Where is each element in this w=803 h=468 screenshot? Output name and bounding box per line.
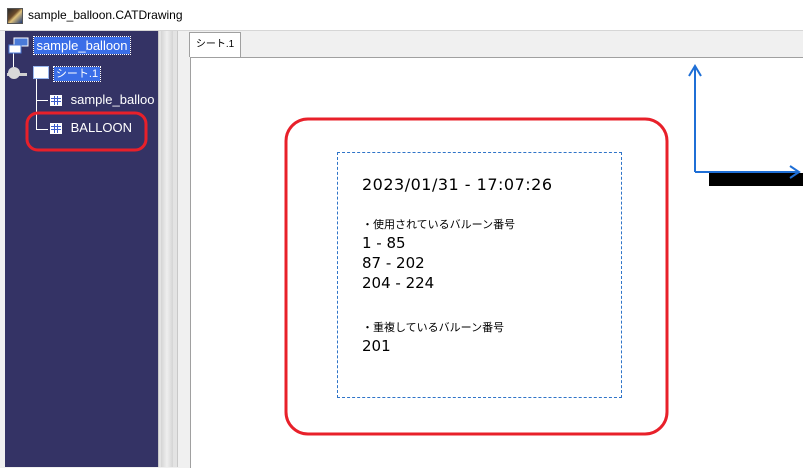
tree-root-node[interactable]: sample_balloon — [8, 36, 131, 56]
drawing-canvas[interactable]: 2023/01/31 - 17:07:26 ・使用されているバルーン番号 1 -… — [190, 57, 803, 468]
axis-indicator — [688, 64, 803, 186]
used-range: 87 - 202 — [362, 254, 425, 272]
tree-item-label[interactable]: sample_balloo — [71, 92, 155, 107]
tab-sheet-1[interactable]: シート.1 — [189, 32, 241, 57]
highlight-ellipse — [25, 111, 148, 152]
tree-sheet-node[interactable]: シート.1 — [8, 64, 102, 82]
used-range: 1 - 85 — [362, 234, 406, 252]
tree-item-view[interactable]: sample_balloo — [50, 92, 154, 107]
tree-sheet-label[interactable]: シート.1 — [52, 66, 102, 82]
used-heading: ・使用されているバルーン番号 — [362, 218, 516, 231]
used-range: 204 - 224 — [362, 274, 435, 292]
drawing-root-icon — [8, 37, 29, 54]
report-timestamp: 2023/01/31 - 17:07:26 — [362, 175, 553, 194]
collapse-toggle-icon[interactable] — [8, 66, 20, 79]
catia-drawing-icon — [7, 8, 23, 24]
duplicate-number: 201 — [362, 337, 391, 355]
duplicate-heading: ・重複しているバルーン番号 — [362, 321, 505, 334]
title-bar: sample_balloon.CATDrawing — [0, 0, 803, 31]
sheet-icon — [33, 66, 50, 80]
balloon-text-frame[interactable]: 2023/01/31 - 17:07:26 ・使用されているバルーン番号 1 -… — [337, 152, 622, 398]
panel-splitter-grip[interactable] — [161, 31, 173, 467]
view-icon — [50, 95, 62, 107]
tree-connector — [36, 100, 48, 101]
specification-tree: sample_balloon シート.1 sample_balloo BALLO… — [5, 31, 158, 467]
window-title: sample_balloon.CATDrawing — [28, 8, 183, 22]
tree-root-label[interactable]: sample_balloon — [33, 36, 131, 56]
